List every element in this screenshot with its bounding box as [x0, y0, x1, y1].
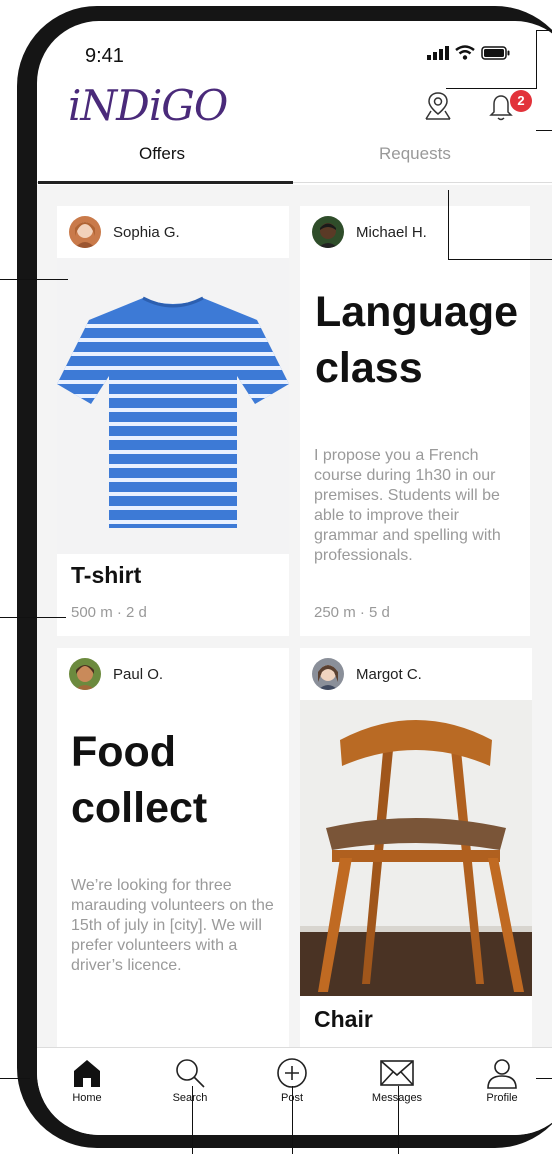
- nav-label: Messages: [371, 1092, 423, 1104]
- nav-search[interactable]: Search: [150, 1056, 230, 1104]
- offers-feed[interactable]: Sophia G. T-shirt 500 m · 2 d Michael H.…: [37, 185, 552, 1068]
- avatar: [312, 216, 344, 248]
- card-title: T-shirt: [71, 562, 142, 588]
- user-name: Margot C.: [356, 665, 422, 683]
- user-name: Michael H.: [356, 223, 427, 241]
- avatar: [69, 216, 101, 248]
- nav-label: Home: [72, 1092, 102, 1104]
- nav-messages[interactable]: Messages: [357, 1056, 437, 1104]
- callout-line: [0, 279, 68, 280]
- envelope-icon: [380, 1060, 414, 1086]
- card-title: Chair: [314, 1006, 373, 1032]
- offer-card-chair[interactable]: Margot C. Chair: [300, 648, 532, 1068]
- tab-bar: Offers Requests: [37, 136, 552, 184]
- offer-card-language-class[interactable]: Michael H. Language class I propose you …: [300, 206, 530, 636]
- notification-badge: 2: [510, 90, 532, 112]
- wifi-icon: [455, 45, 475, 60]
- card-title: Food collect: [71, 728, 208, 832]
- search-icon: [176, 1059, 205, 1088]
- nav-label: Profile: [486, 1092, 518, 1104]
- card-title: Language class: [315, 288, 519, 392]
- app-logo: iNDiGO: [68, 81, 228, 130]
- callout-line: [0, 1078, 30, 1079]
- user-name: Paul O.: [113, 665, 164, 683]
- card-description: We’re looking for three marauding volunt…: [71, 877, 274, 974]
- card-user: Paul O.: [69, 658, 163, 690]
- phone-frame: 9:41 iNDiGO 2 Offers Requests Sophia G. …: [17, 6, 552, 1148]
- card-user: Margot C.: [312, 658, 422, 690]
- bottom-nav: Home Search Post Messages Profile: [37, 1047, 552, 1135]
- callout-line: [536, 1078, 552, 1079]
- nav-home[interactable]: Home: [47, 1056, 127, 1104]
- offer-card-food-collect[interactable]: Paul O. Food collect We’re looking for t…: [57, 648, 289, 1068]
- plus-circle-icon: [277, 1058, 307, 1088]
- chair-photo: [300, 700, 532, 996]
- callout-line: [448, 259, 552, 260]
- tab-active-indicator: [38, 181, 293, 184]
- offer-card-tshirt[interactable]: Sophia G. T-shirt 500 m · 2 d: [57, 206, 289, 636]
- callout-line: [192, 1086, 193, 1154]
- nav-label: Search: [172, 1092, 208, 1104]
- tab-offers[interactable]: Offers: [139, 144, 185, 164]
- status-time: 9:41: [85, 45, 124, 67]
- callout-line: [446, 88, 537, 89]
- callout-line: [0, 617, 66, 618]
- callout-line: [448, 190, 449, 260]
- card-meta: 250 m · 5 d: [314, 604, 390, 621]
- nav-profile[interactable]: Profile: [462, 1056, 542, 1104]
- home-icon: [74, 1060, 100, 1087]
- callout-line: [292, 1086, 293, 1154]
- card-description: I propose you a French course during 1h3…: [314, 447, 501, 564]
- card-user: Michael H.: [312, 216, 427, 248]
- signal-icon: [427, 45, 449, 60]
- avatar: [69, 658, 101, 690]
- card-meta: 500 m · 2 d: [71, 604, 147, 621]
- location-icon[interactable]: [421, 89, 455, 123]
- avatar: [312, 658, 344, 690]
- callout-line: [536, 30, 552, 31]
- screen: 9:41 iNDiGO 2 Offers Requests Sophia G. …: [37, 21, 552, 1135]
- callout-line: [536, 30, 537, 88]
- tab-requests[interactable]: Requests: [379, 144, 451, 164]
- callout-line: [398, 1086, 399, 1154]
- user-name: Sophia G.: [113, 223, 180, 241]
- card-user: Sophia G.: [69, 216, 180, 248]
- callout-line: [536, 130, 552, 131]
- user-icon: [487, 1059, 517, 1089]
- tshirt-photo: [57, 258, 289, 554]
- status-icons: [427, 45, 511, 60]
- battery-icon: [481, 45, 510, 60]
